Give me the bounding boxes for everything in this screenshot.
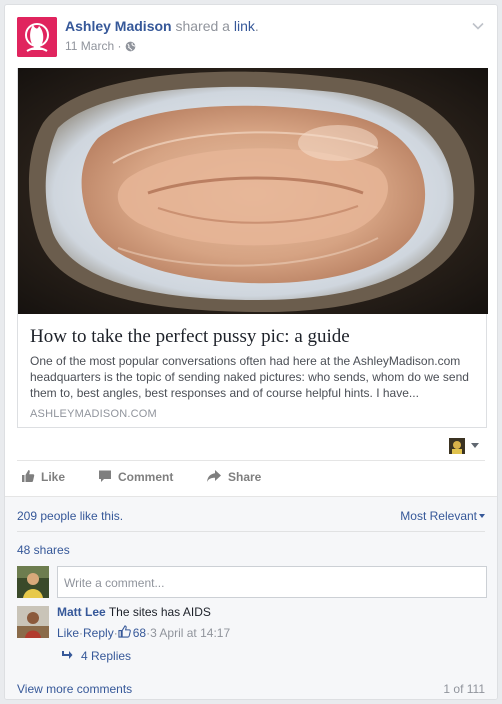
comment-timestamp[interactable]: 3 April at 14:17 bbox=[150, 626, 230, 640]
comment-button[interactable]: Comment bbox=[98, 461, 173, 493]
current-user-avatar[interactable] bbox=[17, 566, 49, 598]
comment-input[interactable]: Write a comment... bbox=[57, 566, 487, 598]
like-button-label: Like bbox=[41, 470, 66, 484]
link-preview-image[interactable] bbox=[18, 68, 488, 314]
chevron-down-icon bbox=[471, 443, 479, 448]
comment-bubble-icon bbox=[98, 469, 118, 486]
chevron-down-icon[interactable] bbox=[471, 19, 485, 33]
shares-count[interactable]: 48 shares bbox=[17, 543, 70, 557]
comment-meta: Like · Reply · 68 · 3 April at 14:17 bbox=[57, 625, 230, 641]
view-more-comments-link[interactable]: View more comments bbox=[17, 682, 132, 696]
likes-divider bbox=[17, 531, 485, 532]
like-thumb-icon bbox=[21, 469, 41, 486]
engagement-section: 209 people like this. Most Relevant 48 s… bbox=[5, 496, 497, 699]
view-replies-link[interactable]: 4 Replies bbox=[61, 649, 131, 663]
comment-text: The sites has AIDS bbox=[108, 605, 211, 619]
likes-summary[interactable]: 209 people like this. bbox=[17, 509, 123, 523]
globe-icon[interactable] bbox=[125, 41, 136, 55]
replies-label: 4 Replies bbox=[81, 649, 132, 663]
share-button[interactable]: Share bbox=[206, 461, 261, 493]
share-arrow-icon bbox=[206, 469, 228, 486]
post-as-selector[interactable] bbox=[449, 436, 487, 456]
link-title[interactable]: How to take the perfect pussy pic: a gui… bbox=[30, 326, 474, 348]
comment-reply-link[interactable]: Reply bbox=[83, 626, 114, 640]
comment-like-count[interactable]: 68 bbox=[133, 626, 146, 640]
sort-label: Most Relevant bbox=[400, 509, 477, 523]
post-author-link[interactable]: Ashley Madison bbox=[65, 18, 172, 34]
post-card: Ashley Madison shared a link. 11 March · bbox=[4, 4, 498, 700]
ashley-madison-logo-icon[interactable] bbox=[17, 17, 57, 57]
link-description: One of the most popular conversations of… bbox=[30, 354, 469, 400]
comments-count: 1 of 111 bbox=[443, 682, 485, 696]
post-link-word[interactable]: link bbox=[234, 18, 255, 34]
link-preview[interactable]: How to take the perfect pussy pic: a gui… bbox=[17, 68, 488, 428]
sort-comments-dropdown[interactable]: Most Relevant bbox=[400, 509, 485, 523]
like-count-thumb-icon bbox=[118, 625, 131, 641]
link-domain: ASHLEYMADISON.COM bbox=[30, 408, 157, 420]
share-button-label: Share bbox=[228, 470, 262, 484]
post-header: Ashley Madison shared a link. 11 March · bbox=[17, 17, 485, 61]
comment-body: Matt Lee The sites has AIDS bbox=[57, 605, 485, 619]
likes-row: 209 people like this. Most Relevant bbox=[17, 509, 485, 525]
post-action-text: shared a bbox=[171, 18, 234, 34]
reply-arrow-icon bbox=[61, 649, 73, 663]
commenter-avatar[interactable] bbox=[17, 606, 49, 638]
comment-author[interactable]: Matt Lee bbox=[57, 605, 106, 619]
comment-button-label: Comment bbox=[118, 470, 174, 484]
post-date[interactable]: 11 March bbox=[65, 39, 114, 53]
action-bar: Like Comment Share bbox=[17, 461, 485, 493]
post-attribution: Ashley Madison shared a link. bbox=[65, 18, 259, 34]
comment-item: Matt Lee The sites has AIDS Like · Reply… bbox=[57, 605, 485, 645]
post-period: . bbox=[254, 18, 259, 34]
profile-thumbnail bbox=[449, 438, 465, 454]
meta-separator: · bbox=[114, 39, 125, 53]
chevron-down-icon bbox=[479, 514, 485, 518]
post-meta: 11 March · bbox=[65, 39, 136, 55]
like-button[interactable]: Like bbox=[21, 461, 65, 493]
comment-like-link[interactable]: Like bbox=[57, 626, 79, 640]
